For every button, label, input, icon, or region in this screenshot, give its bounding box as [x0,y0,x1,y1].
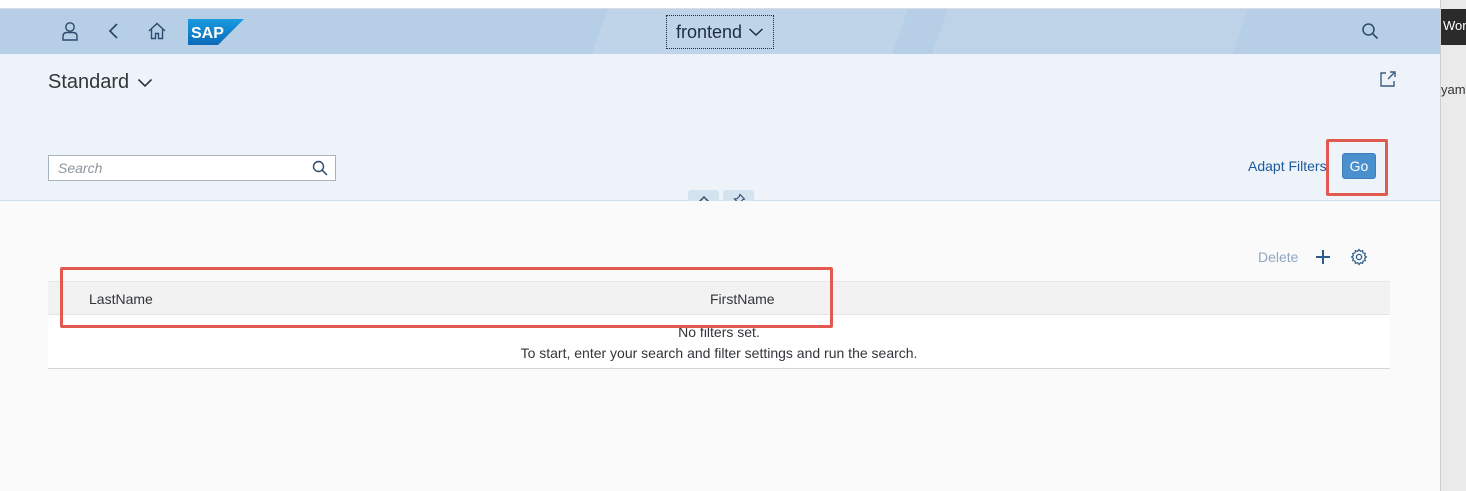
variant-management[interactable]: Standard [48,71,153,94]
browser-bookmarks-strip [0,0,1440,9]
settings-icon[interactable] [1348,246,1370,268]
delete-button[interactable]: Delete [1258,249,1298,265]
chevron-down-icon [138,78,153,87]
highlight-box-go [1326,139,1388,196]
sap-logo[interactable]: SAP [188,19,244,45]
adapt-filters-button[interactable]: Adapt Filters [1248,158,1327,174]
filter-bar-header: Standard Adapt Filters Go [0,54,1440,201]
back-icon[interactable] [104,21,124,41]
app-title-label: frontend [675,21,743,42]
home-icon[interactable] [147,21,167,41]
shell-decoration [931,9,1249,54]
table-toolbar: Delete [1258,245,1370,269]
adjacent-window-file[interactable]: yaml [1441,82,1466,97]
search-icon[interactable] [305,156,335,180]
sap-logo-text: SAP [191,25,224,42]
chevron-down-icon [749,28,764,37]
variant-label: Standard [48,71,130,93]
share-icon[interactable] [1378,69,1398,89]
add-icon[interactable] [1312,246,1334,268]
search-field[interactable] [48,155,336,181]
adjacent-window-tab[interactable]: Work [1441,9,1466,45]
search-icon[interactable] [1360,21,1380,41]
highlight-box-columns [60,267,833,328]
adjacent-window-panel: Work yaml [1440,0,1466,491]
app-page: SAP frontend Work yaml Standard [0,0,1466,491]
no-data-description: To start, enter your search and filter s… [520,345,918,361]
user-icon[interactable] [60,21,80,41]
search-input[interactable] [49,156,305,180]
shell-bar: SAP frontend [0,9,1440,54]
app-title-menu[interactable]: frontend [666,15,774,49]
